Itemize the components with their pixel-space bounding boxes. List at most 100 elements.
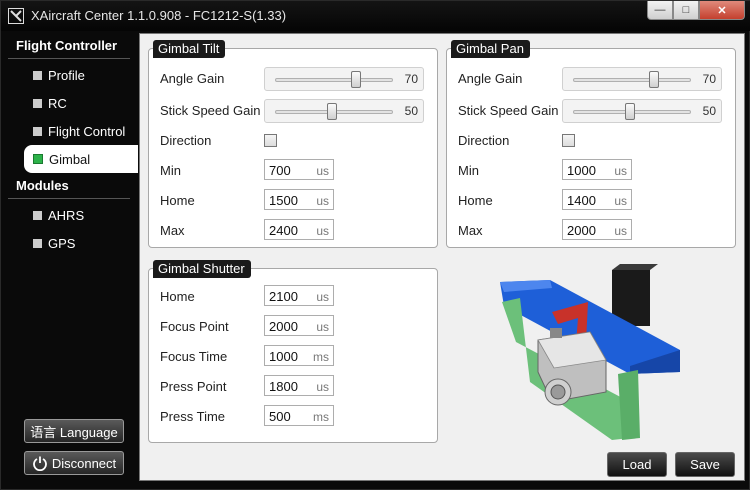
sidebar-item-label: Flight Control <box>48 123 126 139</box>
sidebar-item-label: Gimbal <box>49 151 91 167</box>
load-button[interactable]: Load <box>607 452 667 477</box>
language-button[interactable]: 语言 Language <box>24 419 124 443</box>
direction-label: Direction <box>458 133 510 148</box>
input-value: 700 <box>269 163 291 178</box>
bullet-icon <box>33 126 42 136</box>
gimbal-settings-panel: Gimbal Tilt Angle Gain 70 Stick Speed Ga… <box>139 33 745 481</box>
tilt-min-input[interactable]: 700 us <box>264 159 334 180</box>
sidebar-item-gimbal[interactable]: Gimbal <box>24 145 138 173</box>
slider-value: 50 <box>404 104 418 118</box>
bullet-icon <box>33 238 42 248</box>
stick-speed-gain-label: Stick Speed Gain <box>160 103 261 118</box>
close-button[interactable]: ✕ <box>699 1 745 20</box>
sidebar-item-profile[interactable]: Profile <box>8 61 138 89</box>
pan-direction-checkbox[interactable] <box>562 134 575 147</box>
camera-lens-glass <box>550 384 566 400</box>
flight-controller-section-title: Flight Controller <box>8 33 130 59</box>
language-button-label: 语言 Language <box>30 424 118 440</box>
input-value: 1400 <box>567 193 596 208</box>
pan-max-input[interactable]: 2000 us <box>562 219 632 240</box>
maximize-button[interactable]: □ <box>673 1 699 20</box>
angle-gain-label: Angle Gain <box>458 71 523 86</box>
input-value: 2100 <box>269 289 298 304</box>
gimbal-pan-title: Gimbal Pan <box>451 40 530 58</box>
minimize-icon: — <box>654 4 666 16</box>
max-label: Max <box>458 223 483 238</box>
save-button[interactable]: Save <box>675 452 735 477</box>
tilt-stick-speed-gain-slider[interactable]: 50 <box>264 99 424 123</box>
sidebar-item-label: RC <box>48 95 67 111</box>
save-button-label: Save <box>690 457 720 472</box>
gimbal-tilt-title: Gimbal Tilt <box>153 40 226 58</box>
slider-thumb[interactable] <box>351 71 361 88</box>
active-indicator-icon <box>33 154 43 164</box>
home-label: Home <box>160 193 195 208</box>
slider-thumb[interactable] <box>327 103 337 120</box>
receiver-box-top <box>612 264 658 270</box>
pan-home-input[interactable]: 1400 us <box>562 189 632 210</box>
input-unit: us <box>614 194 627 208</box>
input-unit: us <box>316 224 329 238</box>
sidebar-item-gps[interactable]: GPS <box>8 229 138 257</box>
window-title: XAircraft Center 1.1.0.908 - FC1212-S(1.… <box>31 8 287 23</box>
tilt-angle-gain-slider[interactable]: 70 <box>264 67 424 91</box>
sidebar-item-rc[interactable]: RC <box>8 89 138 117</box>
gimbal-shutter-title: Gimbal Shutter <box>153 260 251 278</box>
pan-min-input[interactable]: 1000 us <box>562 159 632 180</box>
sidebar-item-label: AHRS <box>48 207 85 223</box>
angle-gain-label: Angle Gain <box>160 71 225 86</box>
input-value: 500 <box>269 409 291 424</box>
sidebar-item-label: Profile <box>48 67 85 83</box>
max-label: Max <box>160 223 185 238</box>
input-unit: ms <box>313 410 329 424</box>
slider-value: 70 <box>702 72 716 86</box>
title-bar[interactable]: XAircraft Center 1.1.0.908 - FC1212-S(1.… <box>1 1 750 31</box>
disconnect-button[interactable]: Disconnect <box>24 451 124 475</box>
bullet-icon <box>33 98 42 108</box>
bullet-icon <box>33 210 42 220</box>
shutter-press-point-input[interactable]: 1800 us <box>264 375 334 396</box>
bullet-icon <box>33 70 42 80</box>
slider-thumb[interactable] <box>649 71 659 88</box>
gimbal-tilt-group: Gimbal Tilt Angle Gain 70 Stick Speed Ga… <box>148 40 438 248</box>
slider-track <box>275 78 393 82</box>
slider-thumb[interactable] <box>625 103 635 120</box>
focus-time-label: Focus Time <box>160 349 228 364</box>
press-time-label: Press Time <box>160 409 226 424</box>
input-value: 1500 <box>269 193 298 208</box>
tilt-home-input[interactable]: 1500 us <box>264 189 334 210</box>
input-value: 1000 <box>269 349 298 364</box>
input-unit: us <box>316 290 329 304</box>
pan-angle-gain-slider[interactable]: 70 <box>562 67 722 91</box>
shutter-focus-point-input[interactable]: 2000 us <box>264 315 334 336</box>
shutter-focus-time-input[interactable]: 1000 ms <box>264 345 334 366</box>
input-value: 2400 <box>269 223 298 238</box>
input-value: 1800 <box>269 379 298 394</box>
input-unit: us <box>316 194 329 208</box>
window-controls: — □ ✕ <box>647 1 745 20</box>
minimize-button[interactable]: — <box>647 1 673 20</box>
input-value: 2000 <box>567 223 596 238</box>
tilt-max-input[interactable]: 2400 us <box>264 219 334 240</box>
gimbal-shutter-group: Gimbal Shutter Home 2100 us Focus Point … <box>148 260 438 443</box>
sidebar: Flight Controller Profile RC Flight Cont… <box>8 33 138 481</box>
sidebar-item-flight-control[interactable]: Flight Control <box>8 117 138 145</box>
input-unit: us <box>316 380 329 394</box>
disconnect-button-label: Disconnect <box>51 455 117 471</box>
input-unit: us <box>316 320 329 334</box>
camera-shutter-button <box>550 328 562 338</box>
shutter-home-input[interactable]: 2100 us <box>264 285 334 306</box>
pan-stick-speed-gain-slider[interactable]: 50 <box>562 99 722 123</box>
sidebar-item-ahrs[interactable]: AHRS <box>8 201 138 229</box>
home-label: Home <box>160 289 195 304</box>
tilt-direction-checkbox[interactable] <box>264 134 277 147</box>
input-value: 1000 <box>567 163 596 178</box>
modules-section-title: Modules <box>8 173 130 199</box>
slider-value: 50 <box>702 104 716 118</box>
input-unit: us <box>614 224 627 238</box>
input-unit: ms <box>313 350 329 364</box>
power-icon <box>32 456 47 471</box>
shutter-press-time-input[interactable]: 500 ms <box>264 405 334 426</box>
direction-label: Direction <box>160 133 212 148</box>
sidebar-item-label: GPS <box>48 235 76 251</box>
